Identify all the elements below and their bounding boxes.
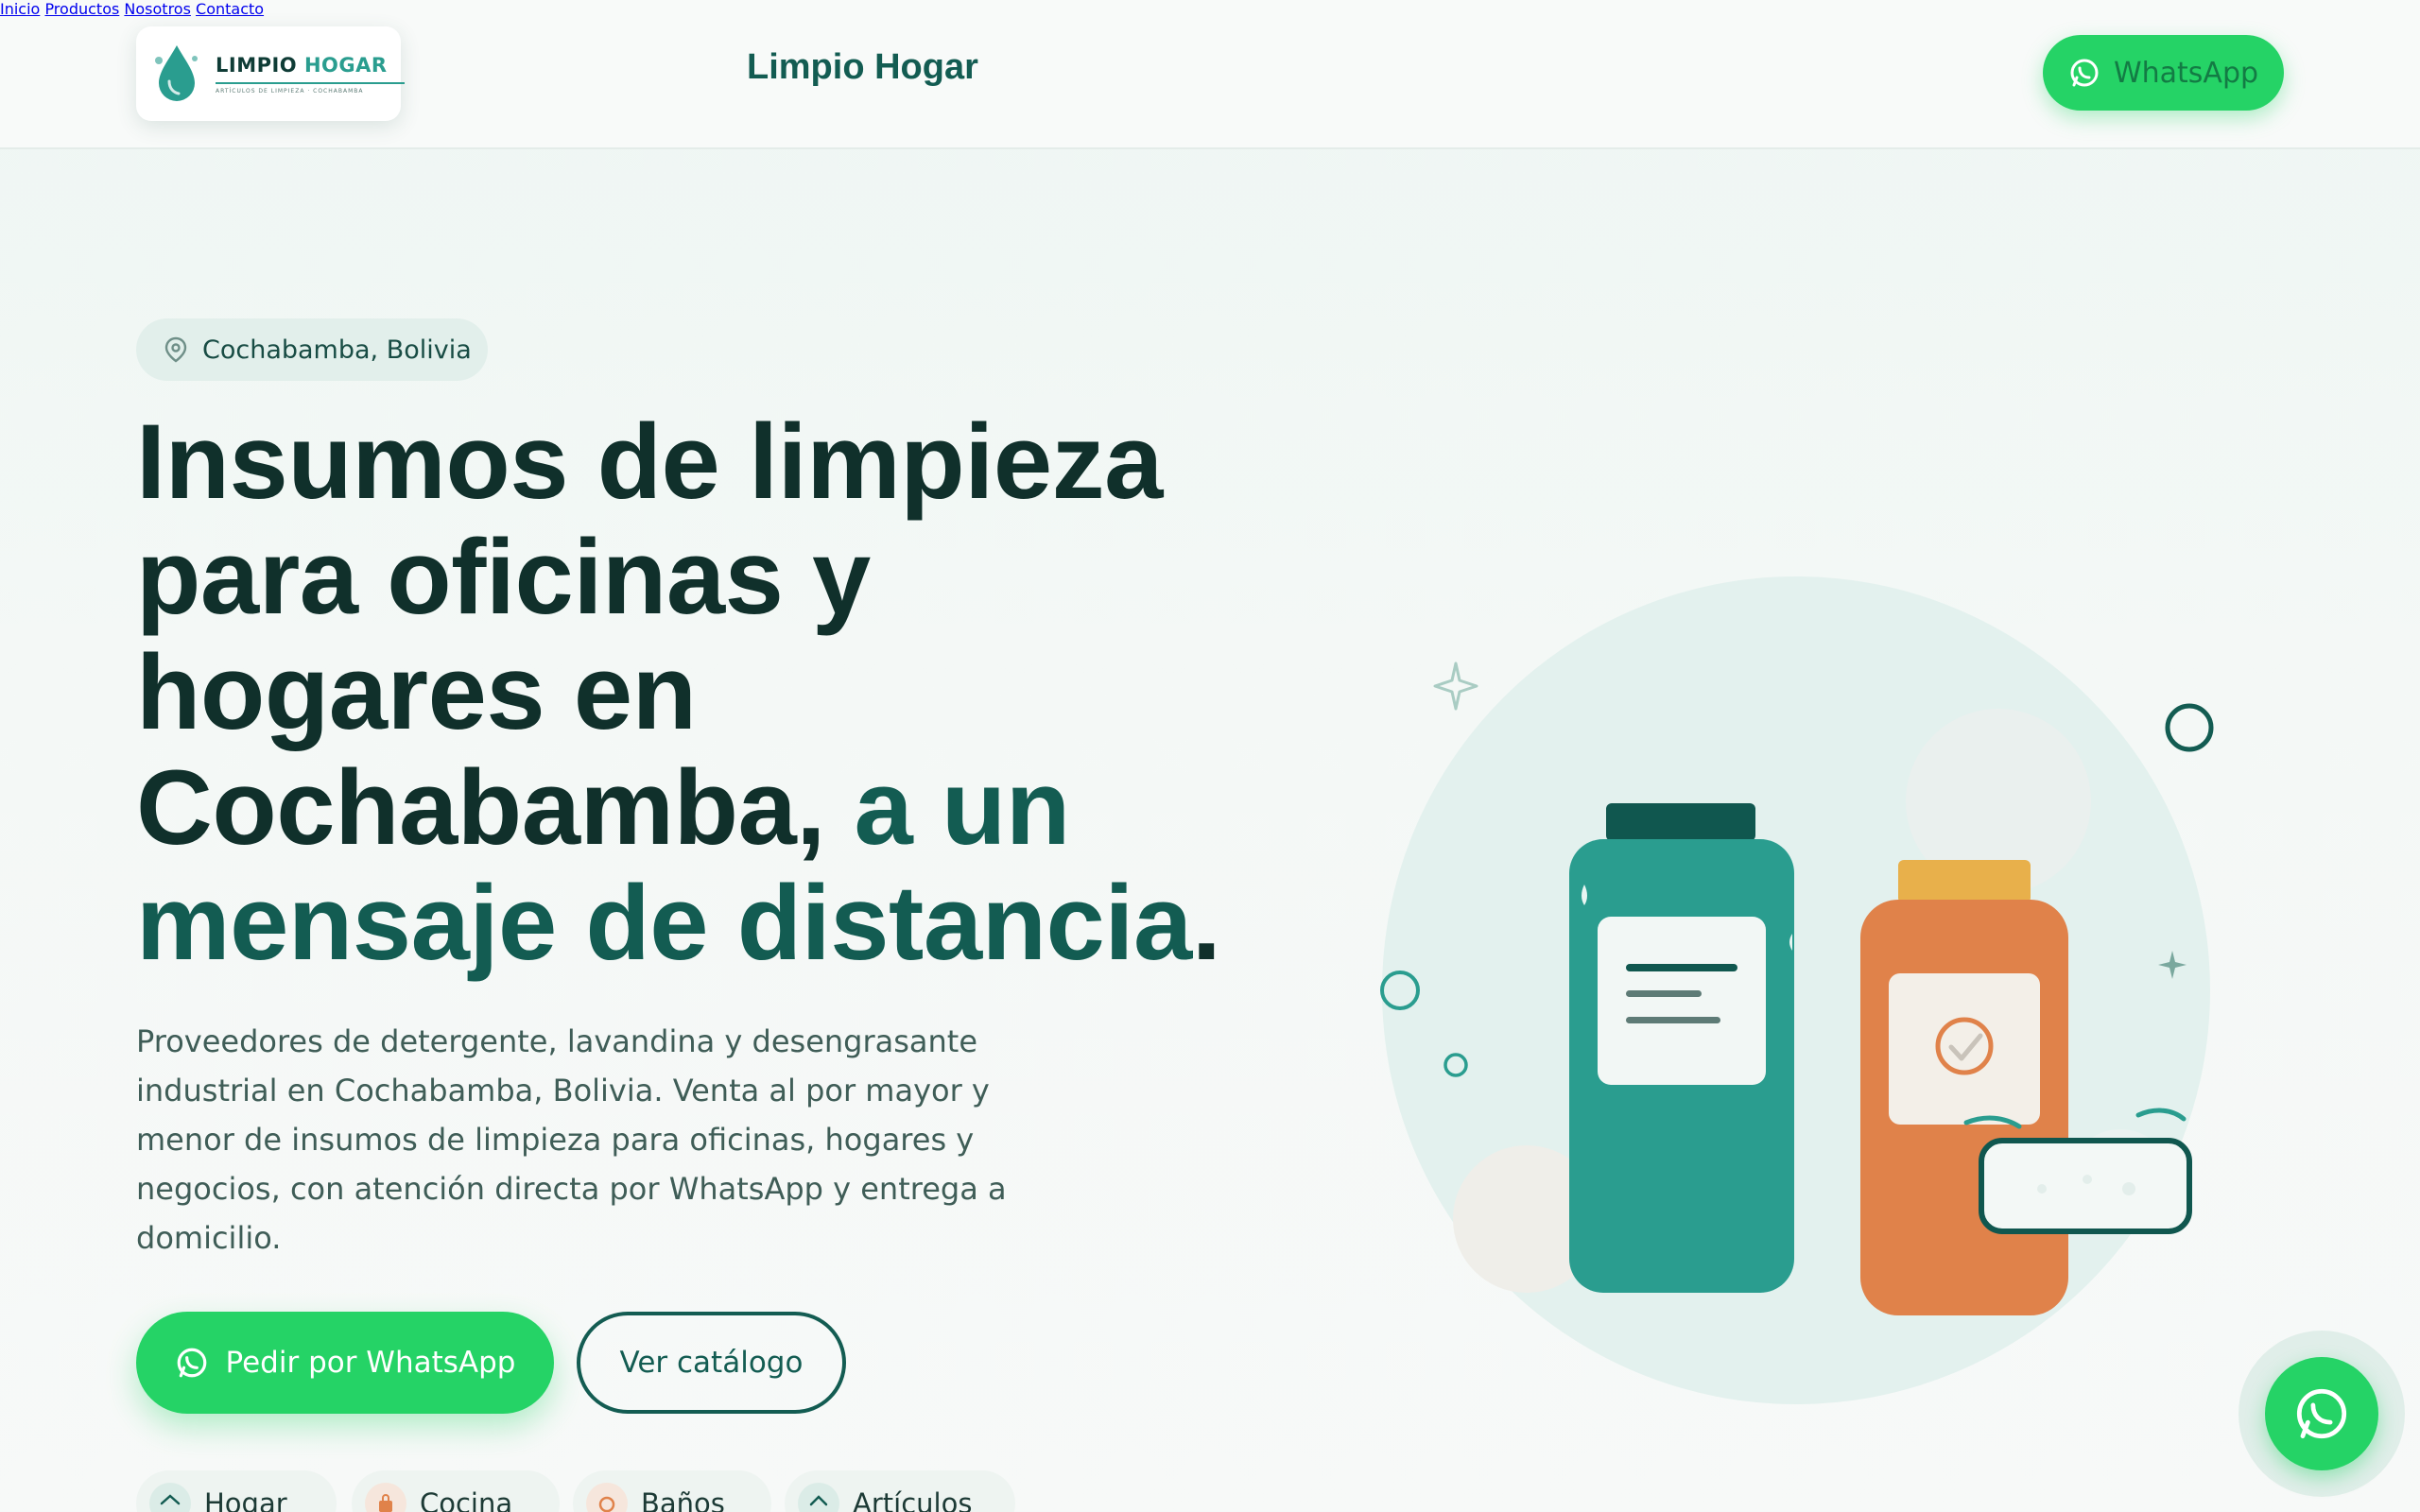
home-icon — [149, 1483, 191, 1512]
bag-icon — [365, 1483, 406, 1512]
bath-icon — [586, 1483, 628, 1512]
category-hogar[interactable]: Hogar — [136, 1470, 337, 1512]
category-label: Cocina — [420, 1487, 513, 1512]
hero-title-highlight: a un — [854, 748, 1071, 867]
header-whatsapp-button[interactable]: WhatsApp — [2043, 35, 2284, 111]
view-catalog-label: Ver catálogo — [619, 1346, 804, 1380]
location-badge: Cochabamba, Bolivia — [136, 318, 488, 381]
category-cocina[interactable]: Cocina — [352, 1470, 560, 1512]
hero-description: Proveedores de detergente, lavandina y d… — [136, 1023, 1007, 1256]
hero-title: Insumos de limpieza para oficinas y hoga… — [136, 404, 1270, 981]
brand-title[interactable]: Limpio Hogar — [747, 47, 978, 88]
hero-title-line: para oficinas y — [136, 518, 871, 636]
order-whatsapp-label: Pedir por WhatsApp — [225, 1346, 516, 1380]
header-whatsapp-label: WhatsApp — [2113, 56, 2259, 90]
whatsapp-icon — [2070, 59, 2099, 87]
nav-inicio[interactable]: Inicio — [0, 0, 40, 18]
hero-title-line: Cochabamba, — [136, 748, 855, 867]
logo-tagline: ARTÍCULOS DE LIMPIEZA · COCHABAMBA — [216, 87, 364, 94]
sparkle-icon — [1433, 662, 1478, 711]
category-label: Hogar — [204, 1487, 287, 1512]
tag-icon — [798, 1483, 839, 1512]
logo-name: LIMPIO HOGAR — [216, 53, 388, 77]
teal-bottle — [1569, 803, 1794, 1293]
orange-bottle — [1860, 860, 2068, 1315]
view-catalog-button[interactable]: Ver catálogo — [577, 1312, 846, 1414]
nav-productos[interactable]: Productos — [44, 0, 119, 18]
bubble — [2165, 703, 2214, 752]
category-label: Artículos — [853, 1487, 973, 1512]
whatsapp-icon — [177, 1348, 206, 1378]
logo[interactable]: LIMPIO HOGAR ARTÍCULOS DE LIMPIEZA · COC… — [136, 26, 405, 121]
floating-whatsapp-button[interactable] — [2265, 1357, 2378, 1470]
category-articulos[interactable]: Artículos — [785, 1470, 1015, 1512]
hero-illustration — [1380, 576, 2214, 1404]
hero-title-line: Insumos de limpieza — [136, 403, 1163, 521]
hero-title-highlight: mensaje de distancia — [136, 864, 1192, 982]
category-label: Baños — [641, 1487, 725, 1512]
hero-title-line: hogares en — [136, 633, 697, 751]
site-header: LIMPIO HOGAR ARTÍCULOS DE LIMPIEZA · COC… — [0, 0, 2420, 149]
main-nav: Inicio Productos Nosotros Contacto — [0, 0, 2420, 18]
category-banos[interactable]: Baños — [573, 1470, 771, 1512]
location-label: Cochabamba, Bolivia — [202, 335, 472, 365]
logo-divider — [216, 81, 405, 84]
logo-text: LIMPIO HOGAR ARTÍCULOS DE LIMPIEZA · COC… — [216, 54, 405, 94]
hero-title-period: . — [1191, 864, 1221, 982]
whatsapp-icon — [2296, 1388, 2347, 1439]
nav-nosotros[interactable]: Nosotros — [124, 0, 191, 18]
water-drop-logo-icon — [155, 45, 198, 101]
order-whatsapp-button[interactable]: Pedir por WhatsApp — [136, 1312, 554, 1414]
map-pin-icon — [164, 336, 187, 363]
nav-contacto[interactable]: Contacto — [196, 0, 264, 18]
